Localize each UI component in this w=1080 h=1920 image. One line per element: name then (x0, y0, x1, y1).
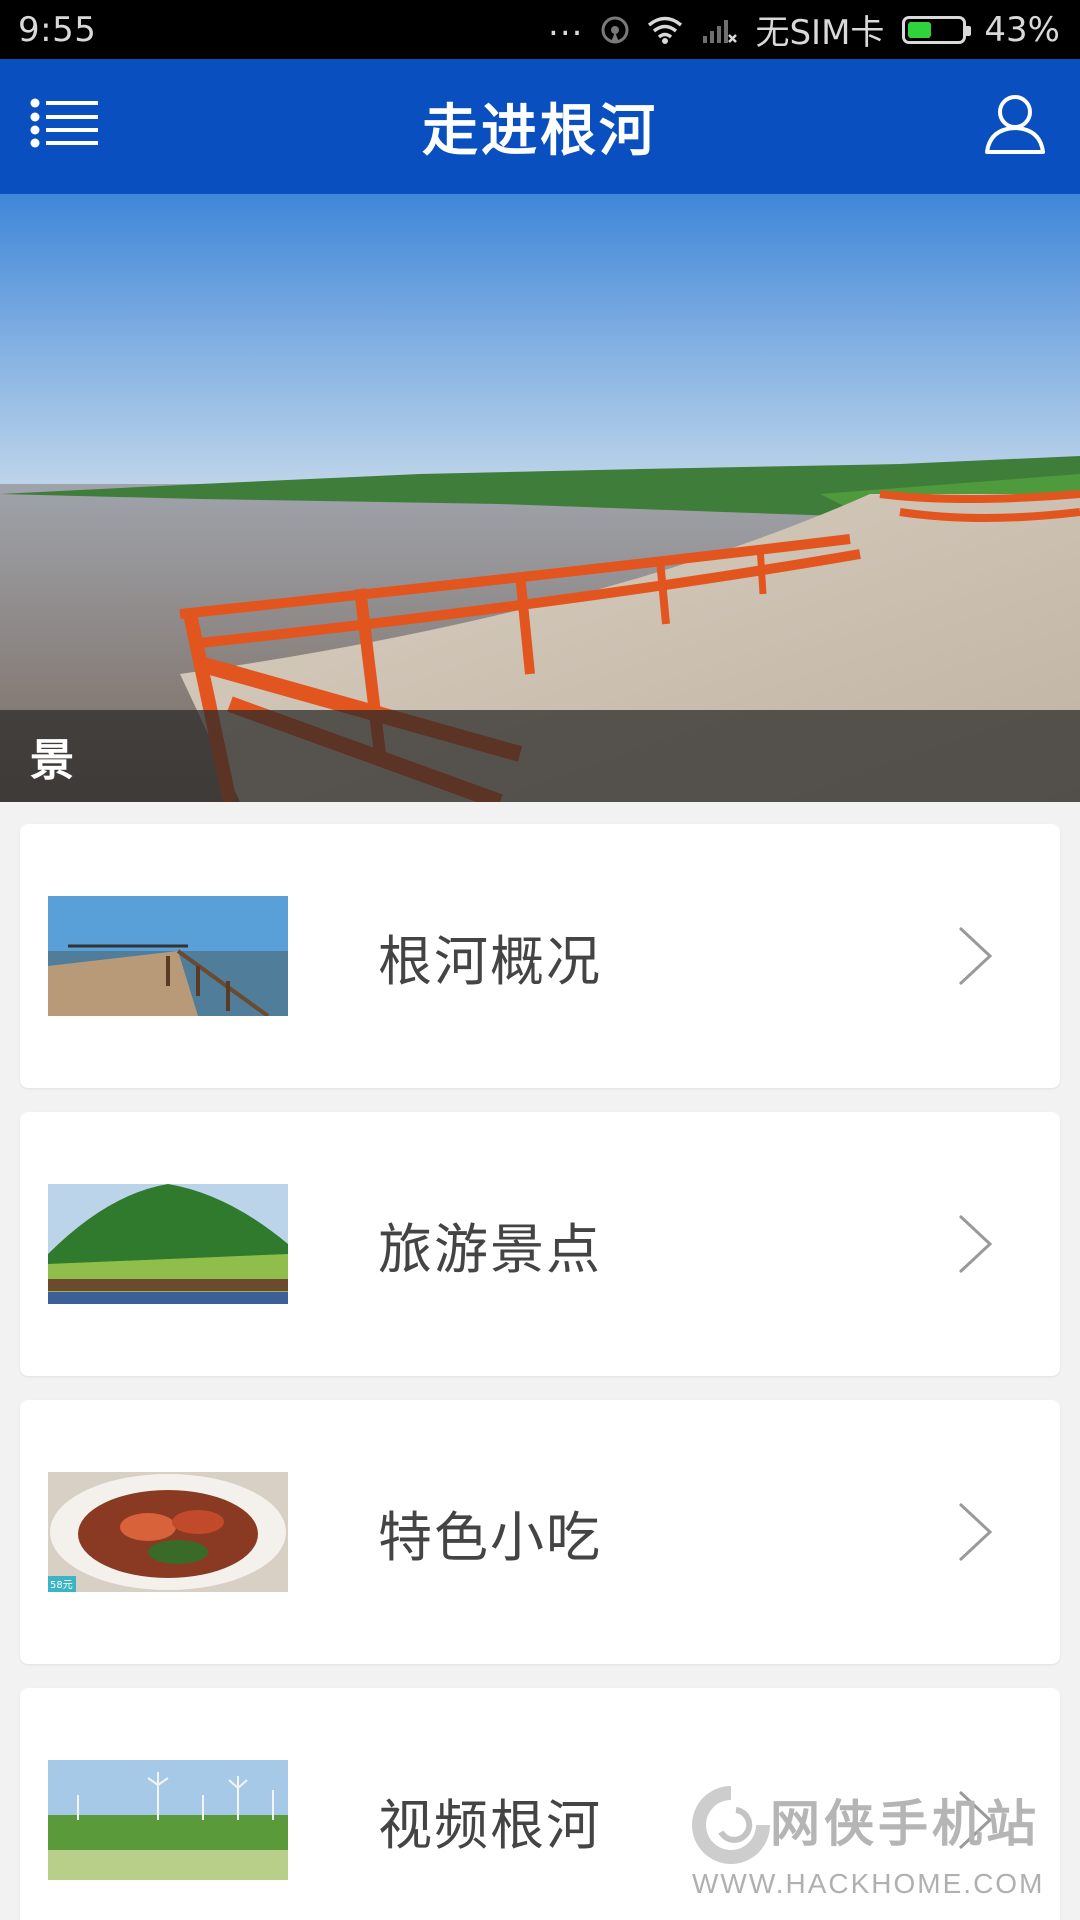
chevron-right-icon (958, 926, 993, 986)
thumbnail-grassland (48, 1184, 288, 1304)
watermark: 网侠手机站 WWW.HACKHOME.COM (686, 1780, 1066, 1910)
battery-percent: 43% (984, 9, 1060, 50)
pier-lake-photo (48, 896, 288, 1016)
shrimp-dish-photo (48, 1472, 288, 1592)
more-dots-icon: ... (548, 3, 584, 44)
list-item-label: 特色小吃 (378, 1505, 602, 1569)
price-badge: 58元 (50, 1580, 73, 1591)
list-item-overview[interactable]: 根河概况 (20, 824, 1060, 1088)
wifi-icon (648, 16, 683, 44)
carrier-text: 无SIM卡 (755, 13, 885, 53)
thumbnail-pier-lake (48, 896, 288, 1016)
hotspot-icon (601, 16, 629, 43)
list-item-attractions[interactable]: 旅游景点 (20, 1112, 1060, 1376)
user-profile-button[interactable] (984, 91, 1046, 155)
user-profile-icon (985, 95, 1045, 154)
chevron-right-icon (958, 1502, 993, 1562)
battery-level (908, 21, 931, 38)
chevron-right-icon (958, 1214, 993, 1274)
status-bar: 9:55 ... 无SIM卡 43% (0, 0, 1080, 59)
list-menu-icon (30, 98, 98, 148)
list-item-label: 旅游景点 (378, 1217, 602, 1281)
status-icons: ... 无SIM卡 43% (548, 3, 1060, 54)
battery-icon (902, 15, 972, 44)
watermark-url: WWW.HACKHOME.COM (692, 1868, 1045, 1899)
banner-caption: 景 (0, 710, 1080, 802)
status-time: 9:55 (18, 9, 97, 50)
menu-button[interactable] (30, 97, 100, 149)
list-item-label: 根河概况 (378, 929, 602, 993)
list-item-label: 视频根河 (378, 1793, 602, 1857)
thumbnail-wind (48, 1760, 288, 1880)
watermark-name: 网侠手机站 (770, 1795, 1040, 1853)
signal-none-icon (703, 19, 738, 43)
list-item-snacks[interactable]: 58元 特色小吃 (20, 1400, 1060, 1664)
thumbnail-food: 58元 (48, 1472, 288, 1592)
watermark-logo-icon (692, 1786, 770, 1864)
banner-carousel[interactable]: 景 (0, 194, 1080, 802)
wind-turbines-photo (48, 1760, 288, 1880)
grassland-horses-photo (48, 1184, 288, 1304)
app-header: 走进根河 (0, 59, 1080, 194)
page-title: 走进根河 (422, 99, 658, 164)
